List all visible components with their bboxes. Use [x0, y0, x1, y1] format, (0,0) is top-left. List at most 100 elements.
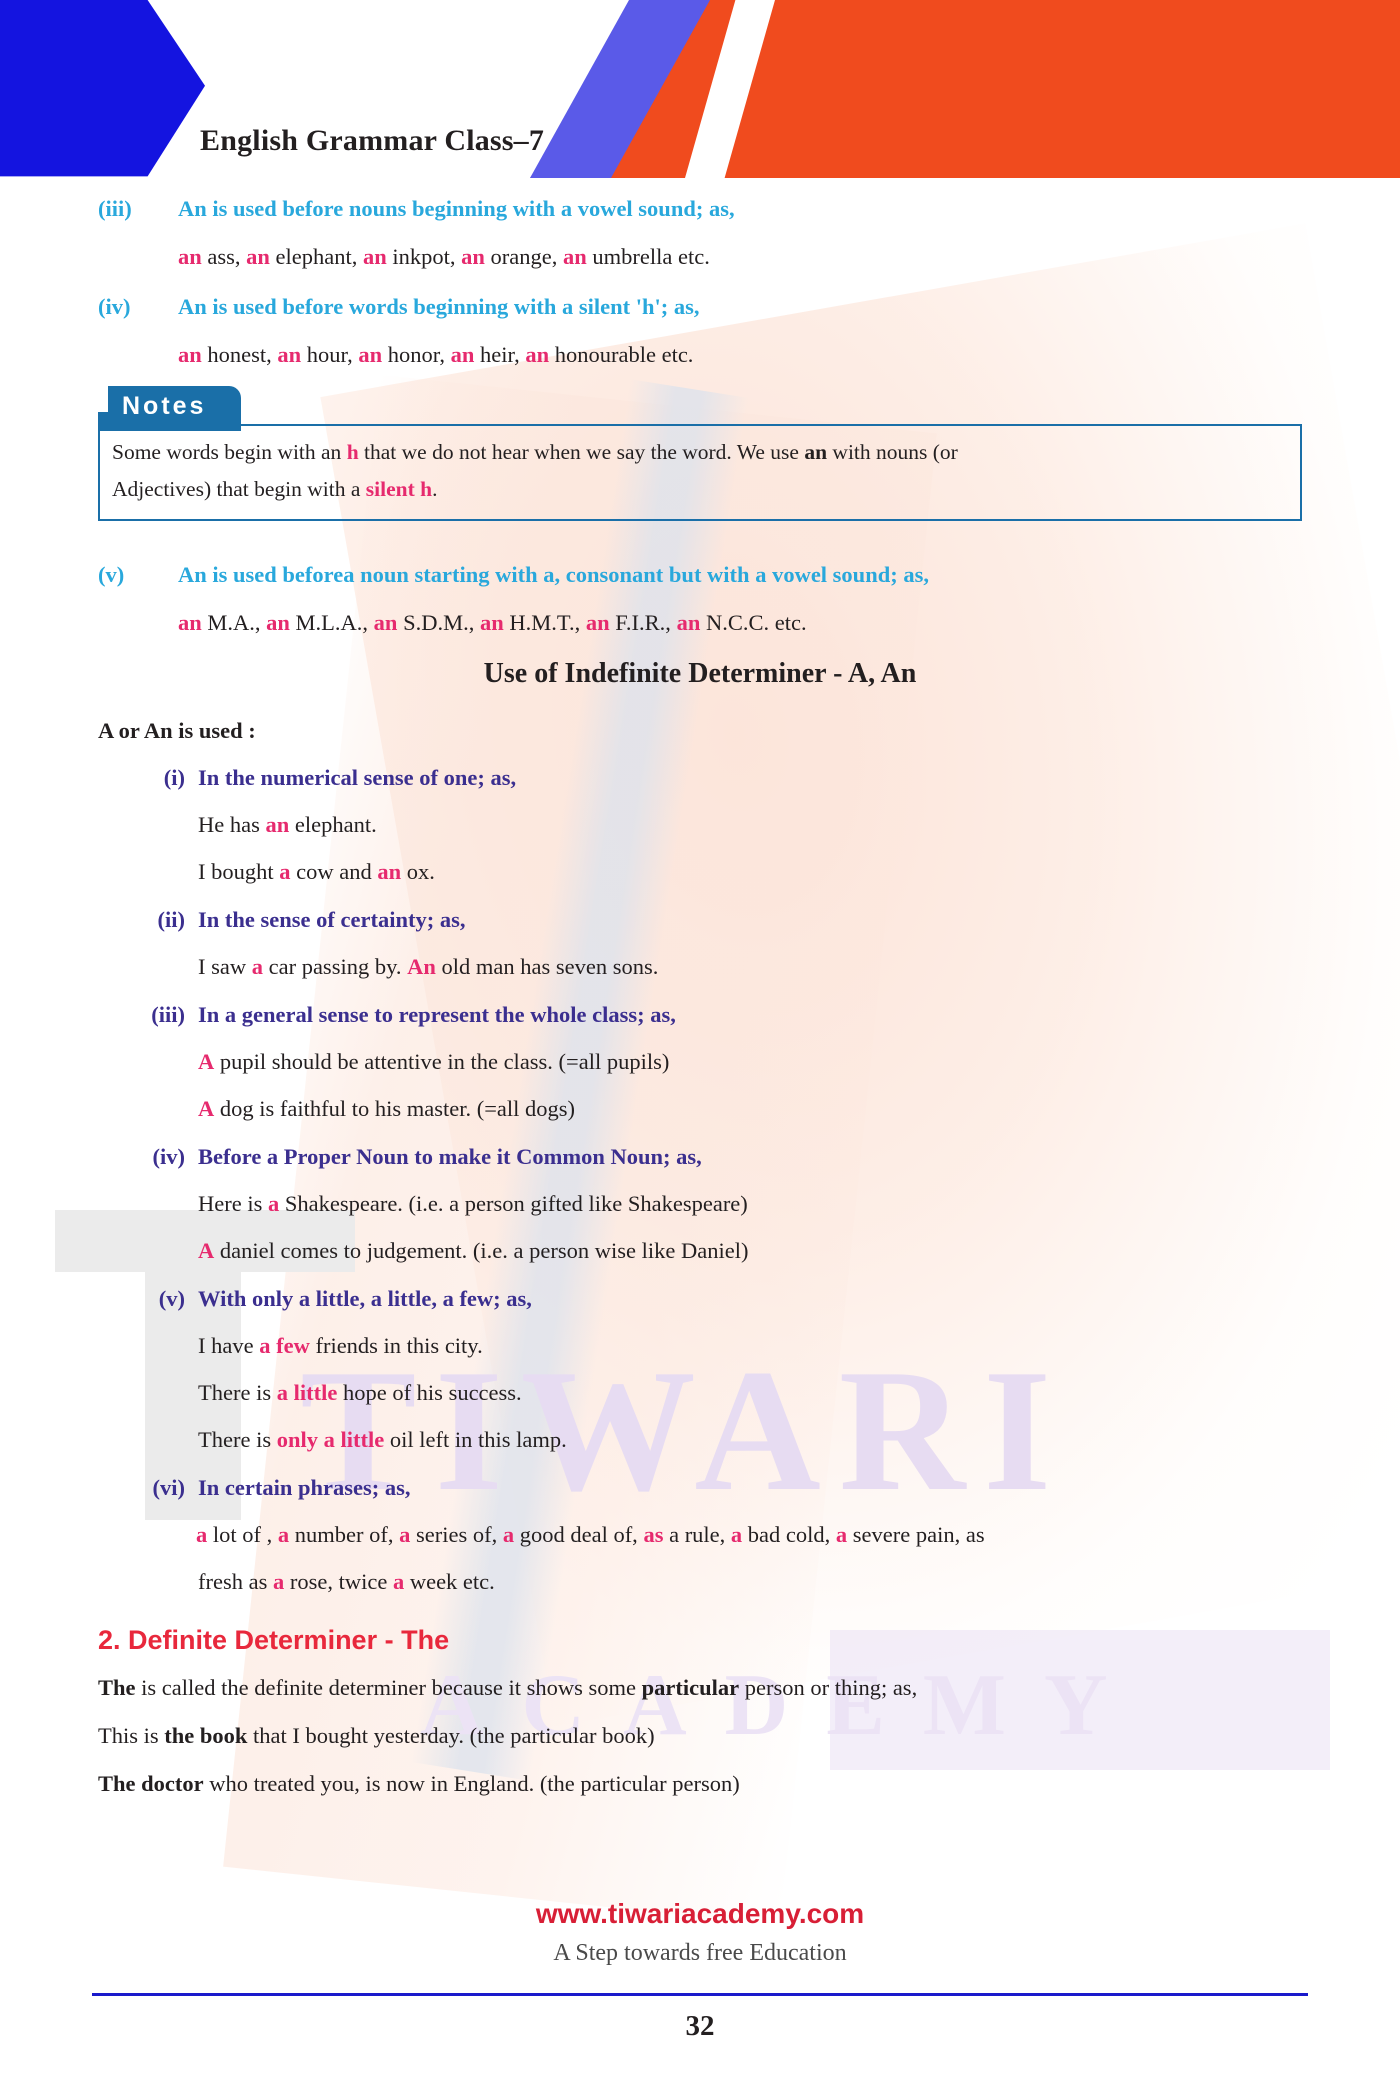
rule-heading-iii: An is used before nouns beginning with a…: [178, 196, 735, 221]
highlight-word: A: [198, 1096, 215, 1121]
text-run: M.L.A.,: [289, 610, 374, 635]
rule-marker-v: (v): [98, 562, 125, 587]
highlight-word: an: [373, 610, 398, 635]
usage-marker-vi: (vi): [152, 1475, 186, 1500]
text-run: person or thing; as,: [739, 1675, 918, 1700]
text-run: I have: [198, 1333, 260, 1358]
usage-example-iv-2: A daniel comes to judgement. (i.e. a per…: [198, 1238, 748, 1264]
highlight-word: an: [358, 342, 383, 367]
usage-example-i-1: He has an elephant.: [198, 812, 377, 838]
usage-heading-i: In the numerical sense of one; as,: [198, 765, 517, 790]
highlight-word: A: [198, 1049, 215, 1074]
bold-word: The doctor: [98, 1771, 204, 1796]
document-page: TIWARI ACADEMY English Grammar Class–7 (…: [0, 0, 1400, 2100]
highlight-word: a: [272, 1569, 285, 1594]
rule-heading-iv: An is used before words beginning with a…: [178, 294, 700, 319]
highlight-word: a: [502, 1522, 515, 1547]
highlight-word: an: [563, 244, 587, 269]
rule-marker-iv: (iv): [98, 294, 131, 319]
usage-heading-iii: In a general sense to represent the whol…: [198, 1002, 676, 1027]
highlight-word: as: [643, 1522, 664, 1547]
usage-heading-vi: In certain phrases; as,: [198, 1475, 411, 1500]
page-number: 32: [685, 2010, 715, 2042]
usage-example-vi-1: a lot of , a number of, a series of, a g…: [196, 1522, 985, 1548]
text-run: lot of ,: [207, 1522, 278, 1547]
text-run: inkpot,: [386, 244, 462, 269]
usage-marker-v: (v): [158, 1286, 185, 1311]
usage-example-ii-1: I saw a car passing by. An old man has s…: [198, 954, 658, 980]
text-run: Here is: [198, 1191, 268, 1216]
usage-example-i-2: I bought a cow and an ox.: [198, 859, 435, 885]
highlight-word: a: [279, 859, 291, 884]
footer-divider: [92, 1993, 1308, 1996]
highlight-word: an: [461, 244, 485, 269]
rule-example-iii: an ass, an elephant, an inkpot, an orang…: [178, 244, 710, 270]
usage-example-v-2: There is a little hope of his success.: [198, 1380, 522, 1406]
text-run: dog is faithful to his master. (=all dog…: [214, 1096, 576, 1121]
highlight-word: a: [267, 1191, 280, 1216]
usage-example-vi-2: fresh as a rose, twice a week etc.: [198, 1569, 495, 1595]
highlight-word: an: [178, 342, 202, 367]
highlight-word: a: [277, 1522, 290, 1547]
notes-label: Notes: [122, 392, 207, 420]
text-run: friends in this city.: [309, 1333, 483, 1358]
rule-heading-v: An is used beforea noun starting with a,…: [178, 562, 929, 587]
highlight-word: an: [266, 610, 290, 635]
text-run: oil left in this lamp.: [384, 1427, 567, 1452]
text-run: ox.: [401, 859, 435, 884]
bold-word: the book: [164, 1723, 248, 1748]
text-run: rose, twice: [284, 1569, 393, 1594]
text-run: severe pain, as: [847, 1522, 985, 1547]
usage-marker-iii: (iii): [151, 1002, 185, 1027]
highlight-word: a little: [276, 1380, 338, 1405]
text-run: fresh as: [198, 1569, 273, 1594]
highlight-word: a: [399, 1522, 411, 1547]
highlight-word: a: [835, 1522, 848, 1547]
text-run: honest,: [201, 342, 278, 367]
text-run: that we do not hear when we say the word…: [358, 440, 805, 464]
text-run: There is: [198, 1427, 277, 1452]
text-run: umbrella etc.: [586, 244, 710, 269]
text-run: Shakespeare. (i.e. a person gifted like …: [279, 1191, 748, 1216]
text-run: week etc.: [404, 1569, 495, 1594]
text-run: This is: [98, 1723, 165, 1748]
text-run: F.I.R.,: [609, 610, 677, 635]
highlight-word: a: [196, 1522, 208, 1547]
text-run: old man has seven sons.: [435, 954, 659, 979]
highlight-word: h: [346, 440, 359, 464]
rule-example-iv: an honest, an hour, an honor, an heir, a…: [178, 342, 693, 368]
highlight-word: silent h: [365, 477, 433, 501]
rule-example-v: an M.A., an M.L.A., an S.D.M., an H.M.T.…: [178, 610, 807, 636]
text-run: daniel comes to judgement. (i.e. a perso…: [214, 1238, 749, 1263]
usage-example-iii-2: A dog is faithful to his master. (=all d…: [198, 1096, 575, 1122]
bold-word: particular: [641, 1675, 740, 1700]
rule-marker-iii: (iii): [98, 196, 132, 221]
notes-text-line-2: Adjectives) that begin with a silent h.: [112, 477, 437, 502]
notes-box: [98, 424, 1302, 521]
text-run: elephant.: [289, 812, 377, 837]
usage-example-v-3: There is only a little oil left in this …: [198, 1427, 567, 1453]
highlight-word: an: [265, 812, 290, 837]
footer-url[interactable]: www.tiwariacademy.com: [0, 1898, 1400, 1930]
usage-heading-v: With only a little, a little, a few; as,: [198, 1286, 532, 1311]
text-run: cow and: [290, 859, 378, 884]
highlight-word: only a little: [276, 1427, 385, 1452]
usage-marker-ii: (ii): [157, 907, 186, 932]
definite-line-3: The doctor who treated you, is now in En…: [98, 1771, 740, 1797]
text-run: that I bought yesterday. (the particular…: [247, 1723, 655, 1748]
text-run: hope of his success.: [337, 1380, 522, 1405]
definite-line-1: The is called the definite determiner be…: [98, 1675, 917, 1701]
highlight-word: an: [676, 610, 701, 635]
text-run: a rule,: [663, 1522, 731, 1547]
text-run: elephant,: [269, 244, 363, 269]
highlight-word: an: [178, 610, 202, 635]
usage-heading-iv: Before a Proper Noun to make it Common N…: [198, 1144, 702, 1169]
usage-example-v-1: I have a few friends in this city.: [198, 1333, 483, 1359]
highlight-word: an: [479, 610, 504, 635]
text-run: who treated you, is now in England. (the…: [203, 1771, 740, 1796]
text-run: bad cold,: [742, 1522, 836, 1547]
text-run: is called the definite determiner becaus…: [135, 1675, 642, 1700]
bold-word: The: [98, 1675, 136, 1700]
text-run: honourable etc.: [549, 342, 694, 367]
usage-marker-iv: (iv): [152, 1144, 186, 1169]
